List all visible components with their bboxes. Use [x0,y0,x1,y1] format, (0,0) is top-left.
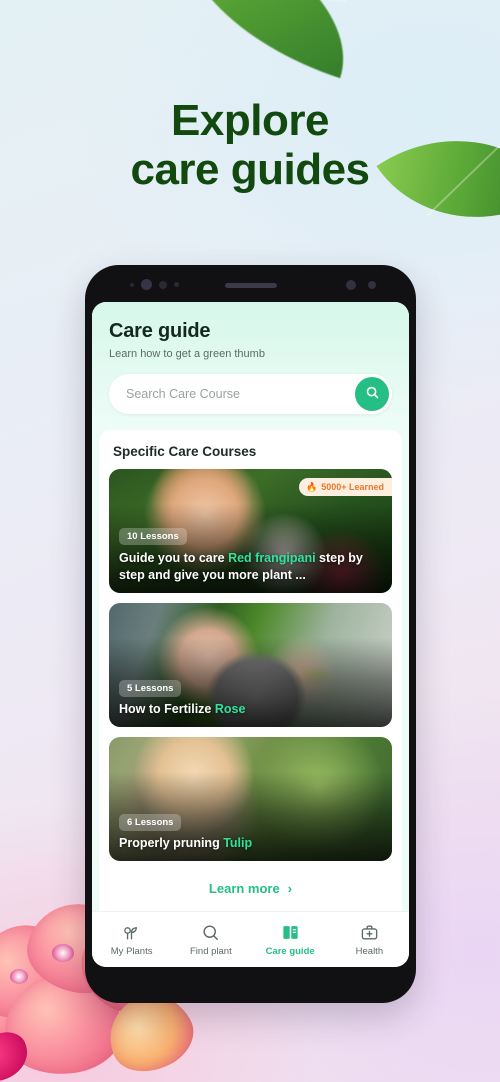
nav-item-care-guide[interactable]: Care guide [251,923,330,957]
phone-screen: Care guide Learn how to get a green thum… [92,302,409,967]
search-icon [201,923,220,942]
nav-label: Find plant [190,945,232,957]
course-title-highlight: Red frangipani [228,551,316,566]
lessons-chip: 6 Lessons [119,814,182,831]
sprout-icon [122,923,141,942]
sensor-dots-left [130,279,179,290]
page-title: Care guide [109,320,211,342]
page-subtitle: Learn how to get a green thumb [109,348,265,360]
courses-panel-wrapper: Specific Care Courses 🔥 5000+ Learned 10… [92,430,409,911]
first-aid-icon [360,923,379,942]
learn-more-label: Learn more [208,881,280,896]
app-header: Care guide Learn how to get a green thum… [92,302,409,430]
phone-top-bezel [85,265,416,299]
course-card[interactable]: 6 Lessons Properly pruning Tulip [109,737,392,861]
course-title: How to Fertilize Rose [119,701,382,718]
learned-count-label: 5000+ Learned [321,482,384,492]
nav-label: Health [355,945,384,957]
course-title-highlight: Tulip [223,836,253,851]
sensor-dots-right [346,280,376,290]
book-icon [281,923,300,942]
search-icon [365,385,380,403]
nav-item-my-plants[interactable]: My Plants [92,923,171,957]
course-card[interactable]: 🔥 5000+ Learned 10 Lessons Guide you to … [109,469,392,593]
page-headline: Explore care guides [0,96,500,195]
promo-page: Explore care guides Care guide Learn how… [0,0,500,1082]
lessons-chip: 10 Lessons [119,528,187,545]
nav-label: Care guide [265,945,315,957]
course-title: Guide you to care Red frangipani step by… [119,550,382,584]
search-button[interactable] [355,377,389,411]
course-title-highlight: Rose [214,702,246,717]
flame-icon: 🔥 [305,481,318,492]
course-title: Properly pruning Tulip [119,835,382,852]
learn-more-link[interactable]: Learn more › [109,871,392,902]
nav-item-find-plant[interactable]: Find plant [171,923,250,957]
courses-panel: Specific Care Courses 🔥 5000+ Learned 10… [99,430,402,911]
lessons-chip: 5 Lessons [119,680,182,697]
phone-mockup: Care guide Learn how to get a green thum… [85,265,416,1003]
leaf-decoration-top [149,0,375,79]
earpiece-speaker [224,283,277,288]
bottom-navigation: My Plants Find plant Care guide Health [92,911,409,967]
section-title: Specific Care Courses [113,444,257,459]
nav-label: My Plants [110,945,153,957]
headline-line-2: care guides [130,145,370,195]
course-card[interactable]: 5 Lessons How to Fertilize Rose [109,603,392,727]
nav-item-health[interactable]: Health [330,923,409,957]
headline-line-1: Explore [171,96,329,145]
course-title-before: How to Fertilize [119,702,215,717]
search-row [109,374,392,414]
course-title-before: Guide you to care [119,551,229,566]
course-title-before: Properly pruning [119,836,224,851]
search-input[interactable] [109,374,392,414]
status-badge: 🔥 5000+ Learned [298,478,392,496]
chevron-right-icon: › [287,881,293,896]
